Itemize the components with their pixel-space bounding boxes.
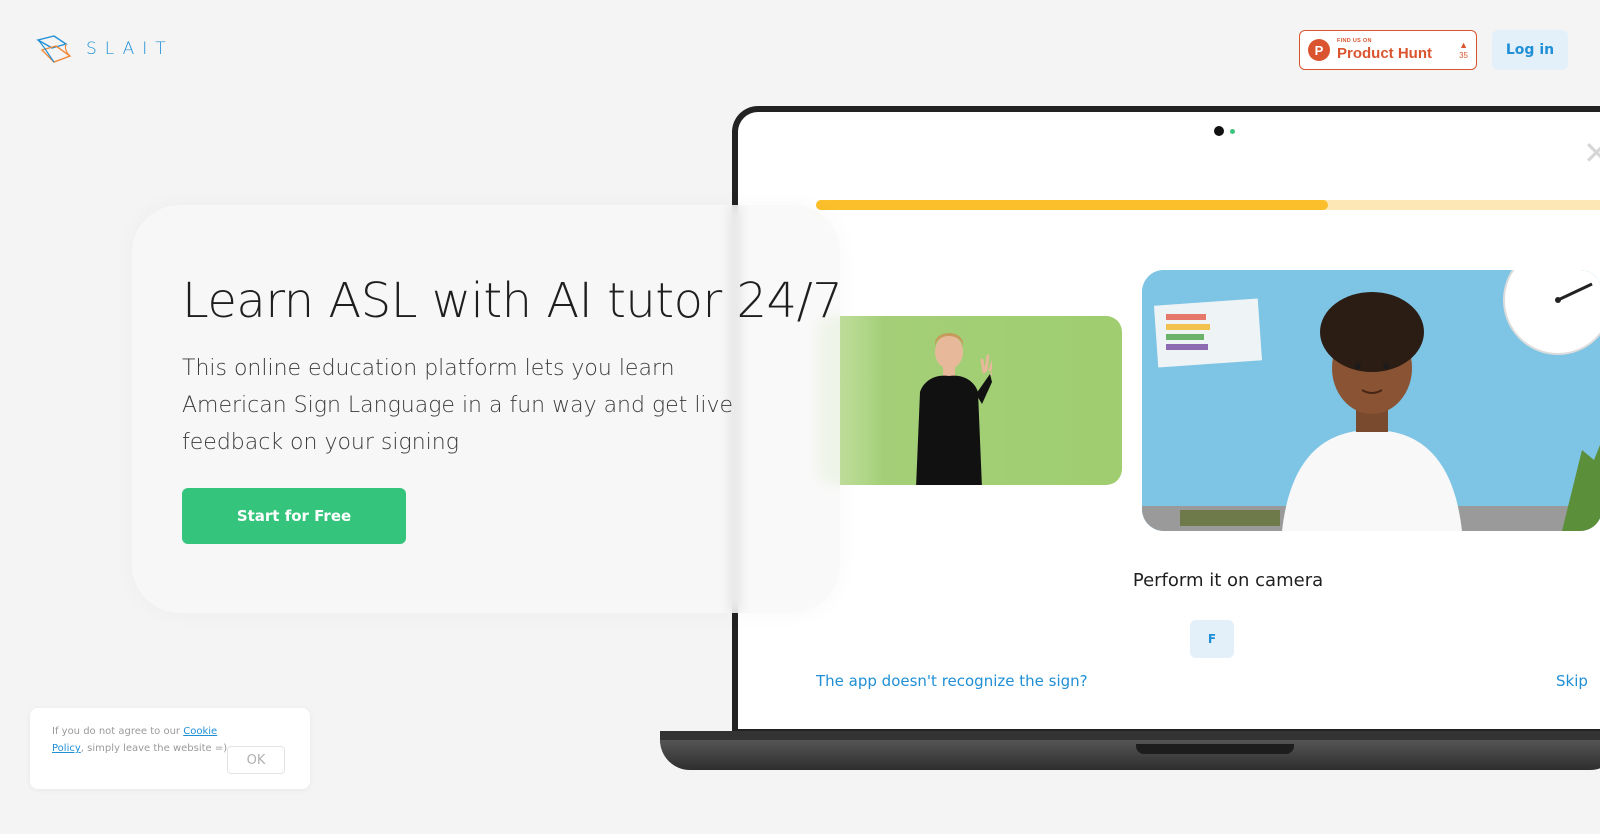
laptop-screen: ✕ Perform it on camera F The app doesn't… bbox=[738, 112, 1600, 729]
site-logo[interactable]: SLAIT bbox=[34, 32, 174, 66]
start-for-free-button[interactable]: Start for Free bbox=[182, 488, 406, 544]
cookie-text: If you do not agree to our Cookie Policy… bbox=[52, 723, 230, 757]
carousel-dot[interactable] bbox=[1230, 128, 1235, 134]
product-hunt-votes: 35 bbox=[1459, 50, 1468, 60]
student-illustration bbox=[1142, 270, 1600, 531]
lesson-progress-bar bbox=[816, 200, 1600, 210]
cookie-ok-button[interactable]: OK bbox=[227, 746, 285, 774]
laptop-notch bbox=[1136, 744, 1294, 754]
sign-letter-button[interactable]: F bbox=[1190, 620, 1234, 658]
carousel-dots bbox=[1214, 126, 1235, 136]
cookie-banner: If you do not agree to our Cookie Policy… bbox=[30, 708, 310, 789]
signer-illustration bbox=[916, 333, 992, 485]
reference-sign-video bbox=[816, 316, 1122, 485]
lesson-progress-fill bbox=[816, 200, 1329, 210]
hero-subtitle: This online education platform lets you … bbox=[182, 356, 734, 455]
hero-card: Learn ASL with AI tutor 24/7 This online… bbox=[132, 205, 843, 613]
upvote-arrow-icon: ▲ bbox=[1459, 39, 1468, 50]
cookie-text-before: If you do not agree to our bbox=[52, 726, 184, 737]
login-button[interactable]: Log in bbox=[1492, 30, 1568, 70]
skip-link[interactable]: Skip bbox=[1556, 672, 1588, 690]
logo-text: SLAIT bbox=[86, 39, 174, 59]
slait-logo-icon bbox=[36, 35, 72, 63]
carousel-dot-active[interactable] bbox=[1214, 126, 1224, 136]
instruction-text: Perform it on camera bbox=[1132, 570, 1324, 591]
product-hunt-name: Product Hunt bbox=[1337, 45, 1432, 63]
sign-not-recognized-link[interactable]: The app doesn't recognize the sign? bbox=[816, 672, 1088, 690]
camera-feed bbox=[1142, 270, 1600, 531]
product-hunt-icon: P bbox=[1308, 39, 1330, 61]
product-hunt-small-text: FIND US ON bbox=[1337, 37, 1372, 44]
cookie-text-after: , simply leave the website =) bbox=[80, 743, 228, 754]
hero-title: Learn ASL with AI tutor 24/7 bbox=[182, 273, 843, 329]
close-icon[interactable]: ✕ bbox=[1583, 134, 1600, 172]
product-hunt-badge[interactable]: P FIND US ON Product Hunt ▲ 35 bbox=[1299, 30, 1477, 70]
laptop-base bbox=[660, 740, 1600, 770]
